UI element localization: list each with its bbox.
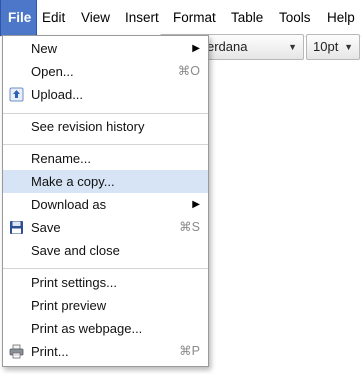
font-size-value: 10pt <box>313 39 339 54</box>
shortcut-label: ⌘O <box>177 64 200 78</box>
menu-item-print[interactable]: Print... ⌘P <box>3 340 208 363</box>
menu-item-upload[interactable]: Upload... <box>3 83 208 106</box>
chevron-down-icon: ▼ <box>344 42 353 52</box>
menu-help[interactable]: Help <box>320 0 361 36</box>
menu-item-save[interactable]: Save ⌘S <box>3 216 208 239</box>
menu-item-open[interactable]: Open... ⌘O <box>3 60 208 83</box>
menu-item-print-webpage[interactable]: Print as webpage... <box>3 317 208 340</box>
submenu-arrow-icon: ▶ <box>192 43 200 54</box>
menu-item-label: Print... <box>31 344 69 359</box>
menu-item-label: Open... <box>31 64 74 79</box>
shortcut-label: ⌘P <box>179 344 200 358</box>
menu-separator <box>3 268 208 269</box>
menu-item-label: Make a copy... <box>31 174 115 189</box>
menu-item-label: Print settings... <box>31 275 117 290</box>
shortcut-label: ⌘S <box>179 220 200 234</box>
menu-edit[interactable]: Edit <box>35 0 72 36</box>
menu-item-label: New <box>31 41 58 56</box>
menu-item-label: See revision history <box>31 119 145 134</box>
menu-format[interactable]: Format <box>166 0 223 36</box>
menu-view[interactable]: View <box>74 0 117 36</box>
menu-item-download-as[interactable]: Download as ▶ <box>3 193 208 216</box>
menu-tools[interactable]: Tools <box>272 0 318 36</box>
menu-item-new[interactable]: New ▶ <box>3 37 208 60</box>
menu-bar: File Edit View Insert Format Table Tools… <box>0 0 361 37</box>
menu-item-label: Rename... <box>31 151 91 166</box>
menu-insert[interactable]: Insert <box>118 0 166 36</box>
menu-item-make-copy[interactable]: Make a copy... <box>3 170 208 193</box>
menu-table[interactable]: Table <box>224 0 270 36</box>
menu-item-revision-history[interactable]: See revision history <box>3 115 208 138</box>
menu-file[interactable]: File <box>0 0 37 36</box>
floppy-disk-icon <box>10 221 23 234</box>
menu-item-label: Print preview <box>31 298 107 313</box>
menu-item-label: Print as webpage... <box>31 321 143 336</box>
menu-item-print-preview[interactable]: Print preview <box>3 294 208 317</box>
menu-item-label: Save and close <box>31 243 120 258</box>
chevron-down-icon: ▼ <box>288 42 297 52</box>
menu-item-print-settings[interactable]: Print settings... <box>3 271 208 294</box>
menu-item-label: Download as <box>31 197 107 212</box>
menu-separator <box>3 113 208 114</box>
submenu-arrow-icon: ▶ <box>192 199 200 210</box>
menu-item-label: Upload... <box>31 87 84 102</box>
upload-icon <box>9 87 24 102</box>
printer-icon <box>9 344 24 359</box>
font-family-value: erdana <box>207 39 248 54</box>
menu-item-rename[interactable]: Rename... <box>3 147 208 170</box>
menu-item-save-close[interactable]: Save and close <box>3 239 208 262</box>
menu-item-label: Save <box>31 220 61 235</box>
menu-separator <box>3 144 208 145</box>
file-menu-dropdown: New ▶ Open... ⌘O Upload... See revision … <box>2 35 209 367</box>
font-size-select[interactable]: 10pt ▼ <box>306 34 360 60</box>
